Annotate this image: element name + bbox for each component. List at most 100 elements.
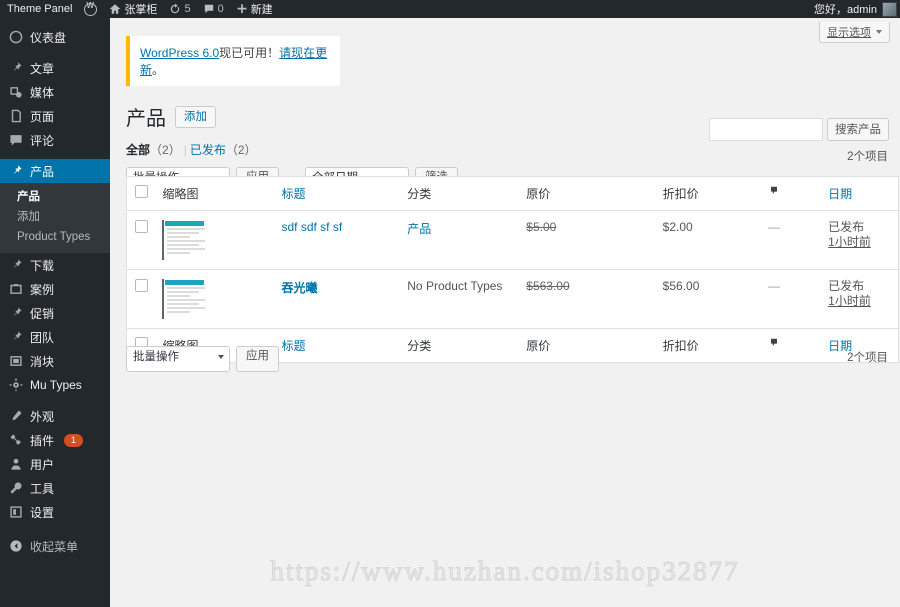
- row-category-cell: No Product Types: [407, 270, 526, 329]
- sidebar-item-label: 产品: [30, 164, 55, 179]
- sidebar-item-users[interactable]: 用户: [0, 452, 110, 476]
- row-checkbox[interactable]: [135, 220, 148, 233]
- sidebar-item-blocks[interactable]: 消块: [0, 349, 110, 373]
- sidebar-item-mu-types[interactable]: Mu Types: [0, 373, 110, 397]
- product-thumbnail[interactable]: [162, 279, 206, 319]
- new-label: 新建: [250, 4, 273, 16]
- sidebar-item-pages[interactable]: 页面: [0, 104, 110, 128]
- table-header-row: 缩略图 标题 分类 原价 折扣价 日期: [126, 176, 899, 211]
- sidebar-item-posts[interactable]: 文章: [0, 56, 110, 80]
- filter-all-count: （2）: [150, 143, 181, 157]
- sidebar-item-label: 团队: [30, 330, 55, 345]
- add-product-button[interactable]: 添加: [175, 105, 216, 128]
- sidebar-item-products[interactable]: 产品: [0, 159, 118, 183]
- table-row[interactable]: sdf sdf sf sf 产品 $5.00 $2.00 — 已发布 1小时前: [126, 210, 899, 270]
- filter-all-label[interactable]: 全部: [126, 143, 150, 157]
- column-thumbnail: 缩略图: [162, 176, 282, 211]
- product-title-link[interactable]: sdf sdf sf sf: [282, 220, 343, 234]
- sidebar-item-label: 用户: [30, 457, 55, 472]
- admin-bar-wp-logo[interactable]: [78, 0, 103, 18]
- row-comments-cell: —: [768, 270, 828, 329]
- column-title[interactable]: 标题: [281, 176, 408, 211]
- row-checkbox[interactable]: [135, 279, 148, 292]
- column-title-footer[interactable]: 标题: [281, 328, 408, 363]
- sidebar-item-label: 消块: [30, 354, 55, 369]
- updates-icon: [171, 3, 180, 14]
- sidebar-item-label: 页面: [30, 109, 55, 124]
- sidebar-item-label: 外观: [30, 409, 55, 424]
- avatar: [882, 1, 897, 17]
- home-icon: [110, 4, 121, 14]
- product-thumbnail[interactable]: [162, 220, 206, 260]
- pin-icon: [13, 307, 22, 317]
- admin-bar-updates[interactable]: 5: [163, 0, 196, 18]
- search-products-button[interactable]: 搜索产品: [827, 118, 889, 141]
- admin-bar-site-name[interactable]: 张掌柜: [103, 0, 163, 18]
- row-thumbnail-cell: [162, 270, 281, 329]
- user-icon: [11, 458, 21, 470]
- sidebar-item-downloads[interactable]: 下载: [0, 253, 110, 277]
- row-title-cell: 吞光曦: [282, 270, 408, 329]
- sidebar-item-label: 案例: [30, 282, 55, 297]
- table-row[interactable]: 吞光曦 No Product Types $563.00 $56.00 — 已发…: [127, 270, 899, 329]
- row-checkbox-cell: [127, 270, 163, 329]
- row-comments-cell: —: [768, 210, 829, 270]
- sidebar-item-team[interactable]: 团队: [0, 325, 110, 349]
- comment-icon: [771, 338, 778, 346]
- sidebar-item-plugins[interactable]: 插件 1: [0, 428, 110, 452]
- update-notice: WordPress 6.0现已可用！请现在更新。: [126, 36, 340, 86]
- sidebar-item-promotions[interactable]: 促销: [0, 301, 110, 325]
- column-category: 分类: [407, 176, 527, 211]
- product-price: $5.00: [526, 220, 557, 234]
- column-date[interactable]: 日期: [828, 176, 899, 211]
- screen-options-button[interactable]: 显示选项: [819, 22, 890, 43]
- admin-bar-comments[interactable]: 0: [197, 0, 230, 18]
- sidebar-item-label: 媒体: [30, 85, 55, 100]
- sidebar-item-label: 下载: [30, 258, 55, 273]
- sidebar-item-comments[interactable]: 评论: [0, 128, 110, 152]
- apply-button-bottom[interactable]: 应用: [236, 346, 279, 372]
- appearance-icon: [12, 410, 22, 421]
- settings-icon: [10, 506, 22, 518]
- column-price-footer: 原价: [526, 328, 663, 363]
- submenu-item-products[interactable]: 产品: [0, 187, 110, 207]
- column-comments: [768, 176, 829, 211]
- pin-icon: [13, 331, 22, 341]
- sidebar-item-tools[interactable]: 工具: [0, 476, 110, 500]
- sidebar-item-appearance[interactable]: 外观: [0, 404, 110, 428]
- admin-bar-theme-panel[interactable]: Theme Panel: [0, 0, 78, 18]
- submenu-item-product-types[interactable]: Product Types: [0, 227, 110, 247]
- product-discount-price: $56.00: [662, 279, 700, 293]
- bulk-actions-select-bottom[interactable]: 批量操作: [126, 346, 230, 372]
- block-icon: [10, 356, 22, 366]
- search-input[interactable]: [709, 118, 823, 141]
- filter-published-label[interactable]: 已发布: [190, 143, 226, 157]
- plugins-update-badge: 1: [64, 433, 84, 447]
- sidebar-item-cases[interactable]: 案例: [0, 277, 110, 301]
- wordpress-version-link[interactable]: WordPress 6.0: [140, 46, 219, 60]
- theme-panel-label: Theme Panel: [7, 3, 73, 15]
- sidebar-collapse-menu[interactable]: 收起菜单: [0, 534, 110, 558]
- comment-icon: [771, 186, 778, 194]
- sidebar-item-media[interactable]: 媒体: [0, 80, 110, 104]
- select-all-checkbox[interactable]: [135, 185, 148, 198]
- main-content: 显示选项 WordPress 6.0现已可用！请现在更新。 产品 添加 全部（2…: [110, 18, 900, 607]
- products-table: 缩略图 标题 分类 原价 折扣价 日期 sdf sdf sf sf 产品 $5.…: [126, 176, 899, 363]
- admin-bar-new[interactable]: 新建: [230, 0, 279, 18]
- product-category-link[interactable]: 产品: [407, 222, 431, 236]
- sidebar-item-dashboard[interactable]: 仪表盘: [0, 25, 110, 49]
- media-icon: [10, 87, 22, 98]
- case-icon: [10, 284, 22, 294]
- product-title-link[interactable]: 吞光曦: [282, 281, 318, 295]
- comments-count: 0: [217, 3, 224, 15]
- product-discount-price: $2.00: [662, 220, 693, 234]
- page-title: 产品: [126, 108, 166, 130]
- collapse-menu-label: 收起菜单: [30, 539, 79, 554]
- admin-bar-account[interactable]: 您好，admin: [814, 1, 900, 17]
- filter-divider: |: [183, 143, 187, 157]
- greeting-label: 您好，admin: [814, 4, 877, 16]
- sidebar-item-settings[interactable]: 设置: [0, 500, 110, 524]
- plus-icon: [237, 4, 247, 14]
- submenu-item-add[interactable]: 添加: [0, 207, 110, 227]
- wordpress-logo-icon: [84, 1, 98, 16]
